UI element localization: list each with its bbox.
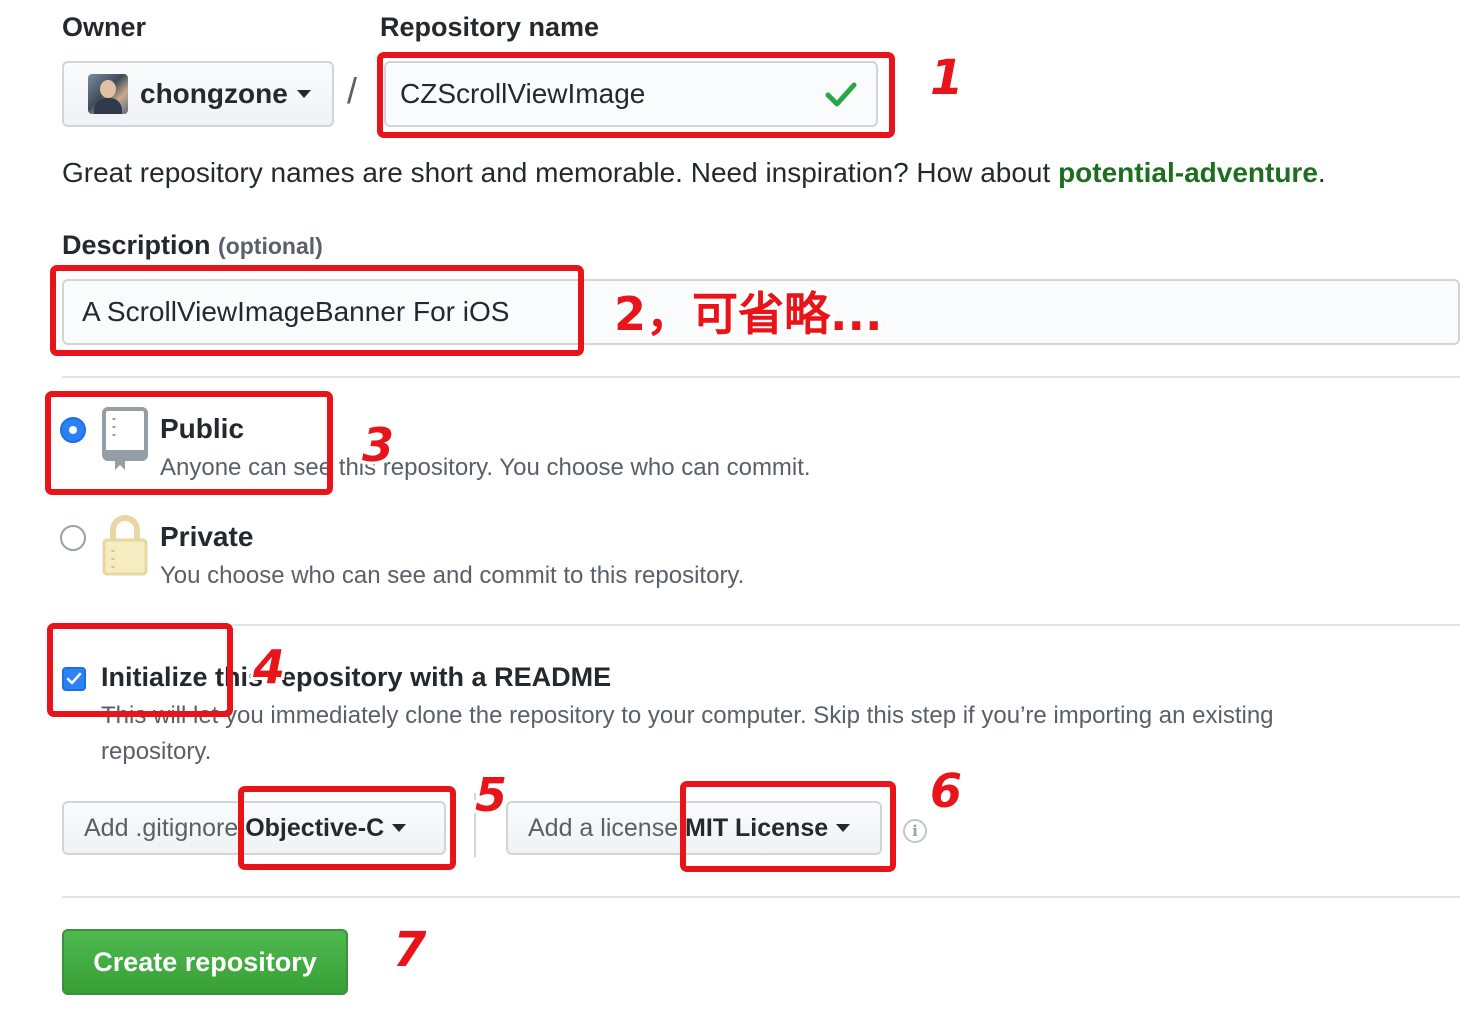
suggestion-link[interactable]: potential-adventure: [1058, 157, 1318, 188]
private-desc: You choose who can see and commit to thi…: [160, 562, 745, 589]
annotation-box-6: [680, 781, 896, 872]
annotation-6: 6: [930, 764, 963, 818]
owner-repo-separator: /: [347, 70, 358, 111]
create-repository-button[interactable]: Create repository: [62, 929, 348, 995]
annotation-box-3: [45, 391, 333, 495]
avatar: [88, 74, 128, 114]
owner-name: chongzone: [140, 78, 288, 109]
owner-label: Owner: [62, 12, 147, 42]
hint-end: .: [1317, 157, 1326, 188]
owner-dropdown[interactable]: chongzone: [62, 61, 334, 127]
license-prefix: Add a license:: [528, 813, 686, 842]
annotation-box-5: [238, 786, 456, 870]
annotation-7: 7: [393, 922, 427, 978]
annotation-3: 3: [362, 418, 395, 472]
description-label: Description: [62, 230, 211, 260]
annotation-5: 5: [475, 768, 508, 822]
repo-name-label: Repository name: [380, 12, 600, 42]
annotation-box-4: [47, 623, 233, 717]
readme-desc-line2: repository.: [101, 738, 212, 765]
annotation-box-1: [377, 52, 895, 138]
annotation-2: 2，可省略...: [614, 287, 883, 341]
gitignore-prefix: Add .gitignore:: [84, 813, 246, 842]
annotation-box-2: [50, 265, 584, 356]
chevron-down-icon: [296, 90, 311, 98]
description-label-row: Description (optional): [62, 230, 323, 261]
lock-icon: [102, 515, 148, 576]
divider: [62, 896, 1460, 898]
annotation-4: 4: [253, 640, 286, 694]
divider: [62, 624, 1460, 626]
private-title: Private: [160, 521, 254, 552]
private-radio[interactable]: [60, 525, 86, 551]
repo-name-hint: Great repository names are short and mem…: [62, 157, 1326, 189]
info-icon[interactable]: i: [903, 819, 927, 843]
hint-text: Great repository names are short and mem…: [62, 157, 1059, 188]
divider: [62, 376, 1460, 378]
optional-label: (optional): [218, 233, 323, 259]
readme-desc-line1: This will let you immediately clone the …: [101, 702, 1274, 729]
annotation-1: 1: [930, 50, 964, 106]
